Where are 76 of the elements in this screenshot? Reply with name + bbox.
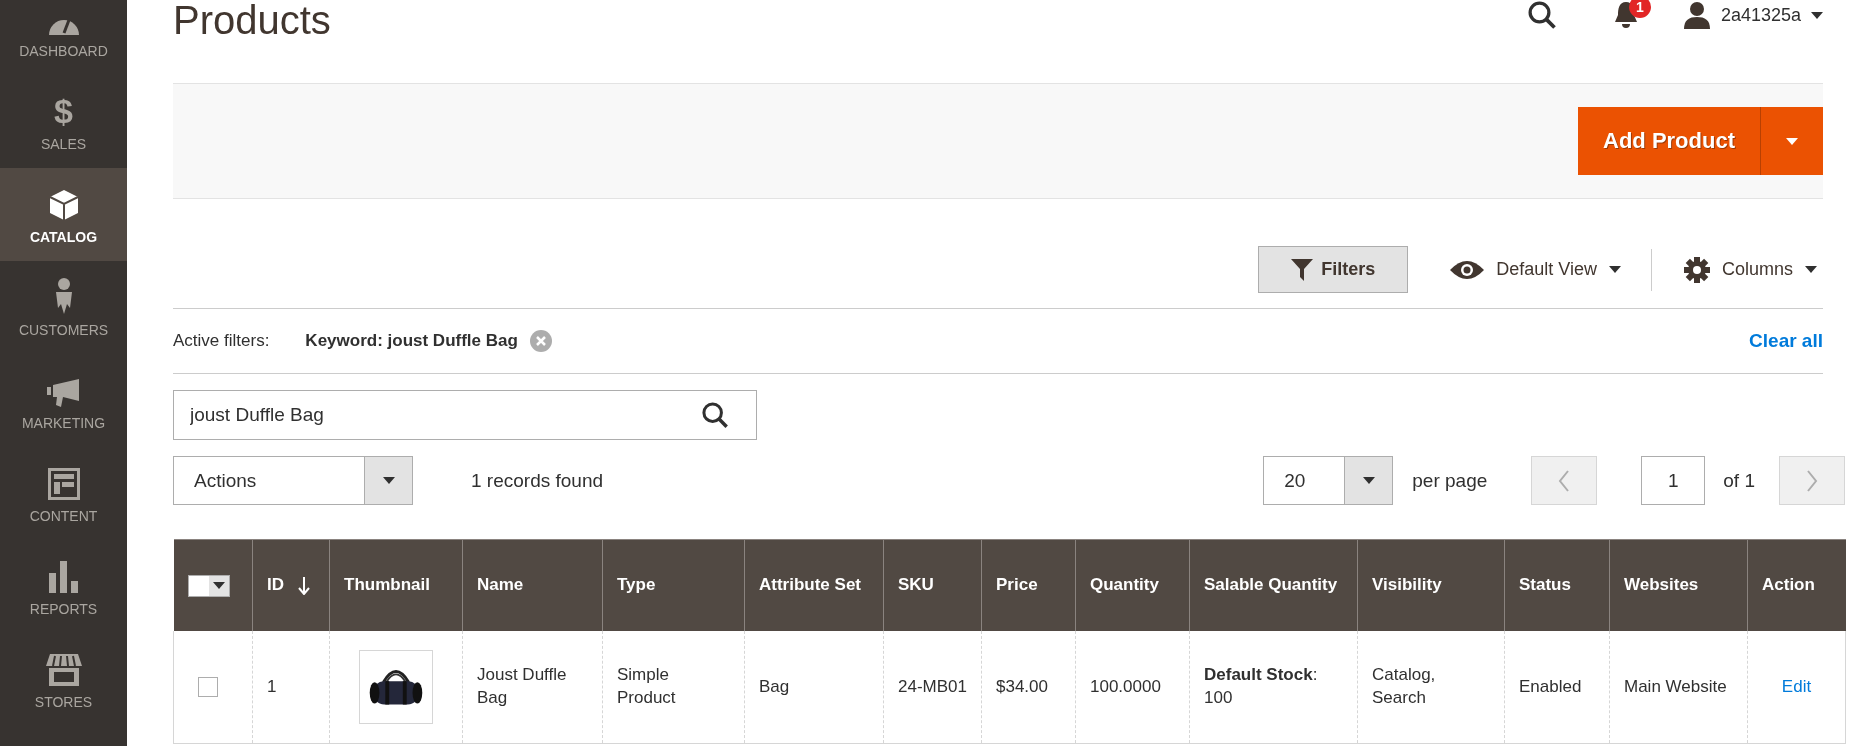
records-count: 1 records found <box>471 469 604 492</box>
page-title: Products <box>173 0 331 40</box>
eye-icon <box>1450 259 1485 280</box>
table-cell: Catalog, Search <box>1372 665 1436 707</box>
column-header[interactable]: SKU <box>883 539 982 631</box>
person-icon <box>53 278 74 314</box>
sidebar-item[interactable]: CUSTOMERS <box>0 261 127 354</box>
columns-dropdown[interactable]: Columns <box>1677 255 1823 284</box>
per-page-label: per page <box>1412 469 1488 492</box>
column-header[interactable]: Action <box>1747 539 1846 631</box>
caret-icon <box>1805 266 1817 273</box>
view-dropdown[interactable]: Default View <box>1444 258 1627 281</box>
filters-button[interactable]: Filters <box>1258 246 1409 293</box>
sidebar-item[interactable]: CONTENT <box>0 447 127 540</box>
filter-label: Keyword: joust Duffle Bag <box>305 331 518 351</box>
column-header[interactable]: Salable Quantity <box>1189 539 1358 631</box>
table-cell: 24-MB01 <box>898 676 967 696</box>
caret-icon <box>1608 266 1621 273</box>
column-header[interactable]: ID <box>252 539 330 631</box>
user-menu[interactable]: 2a41325a <box>1682 1 1823 29</box>
table-cell: 100.0000 <box>1090 676 1161 696</box>
caret-icon <box>382 477 395 484</box>
chevron-left-icon <box>1558 469 1571 492</box>
column-header[interactable]: Attribute Set <box>744 539 884 631</box>
bar-chart-icon <box>48 561 79 593</box>
table-cell: $34.00 <box>996 676 1048 696</box>
table-cell: Main Website <box>1624 676 1727 696</box>
search-icon[interactable] <box>701 401 729 429</box>
search-icon[interactable] <box>1526 0 1557 30</box>
sidebar-item[interactable]: $ SALES <box>0 75 127 168</box>
user-icon <box>1682 1 1711 29</box>
column-header[interactable]: Thumbnail <box>329 539 463 631</box>
sidebar-item[interactable]: MARKETING <box>0 354 127 447</box>
page-input[interactable]: 1 <box>1641 456 1706 505</box>
row-checkbox[interactable] <box>198 677 218 697</box>
megaphone-icon <box>46 379 81 407</box>
select-all-checkbox[interactable] <box>187 574 230 597</box>
actions-dropdown[interactable]: Actions <box>173 456 413 505</box>
table-cell: Bag <box>759 676 790 696</box>
sort-arrow-icon[interactable] <box>298 576 310 595</box>
column-header[interactable]: Name <box>462 539 603 631</box>
column-header[interactable]: Websites <box>1609 539 1748 631</box>
page-size-dropdown[interactable]: 20 <box>1263 456 1394 505</box>
caret-icon <box>212 582 225 589</box>
layout-icon <box>47 468 80 500</box>
table-cell: Simple Product <box>617 665 676 707</box>
sidebar-item[interactable]: DASHBOARD <box>0 0 127 75</box>
table-cell: 1 <box>267 676 277 696</box>
page-count-label: of 1 <box>1723 469 1755 492</box>
column-header[interactable]: Visibility <box>1357 539 1505 631</box>
caret-icon <box>1786 137 1798 145</box>
box-icon <box>48 189 79 221</box>
caret-icon <box>1811 11 1823 19</box>
table-cell: Enabled <box>1519 676 1582 696</box>
chevron-right-icon <box>1806 469 1818 492</box>
bell-icon[interactable] <box>1612 0 1639 30</box>
dollar-icon: $ <box>54 94 73 128</box>
table-cell: Joust Duffle Bag <box>477 665 567 707</box>
column-header[interactable]: Price <box>981 539 1076 631</box>
sidebar-item[interactable]: REPORTS <box>0 540 127 633</box>
sidebar-item[interactable]: CATALOG <box>0 168 127 261</box>
caret-icon <box>1362 477 1375 484</box>
clear-all-link[interactable]: Clear all <box>1749 330 1823 352</box>
edit-link[interactable]: Edit <box>1762 675 1831 699</box>
column-header[interactable]: Status <box>1504 539 1610 631</box>
stock-text: Default Stock: 100 <box>1204 665 1318 707</box>
gear-icon <box>1683 256 1710 283</box>
gauge-icon <box>48 20 79 35</box>
funnel-icon <box>1291 258 1314 281</box>
active-filters-label: Active filters: <box>173 331 270 351</box>
notification-badge: 1 <box>1628 0 1651 18</box>
column-header[interactable]: Type <box>602 539 745 631</box>
sidebar-item[interactable]: STORES <box>0 633 127 726</box>
store-icon <box>45 654 82 686</box>
column-header[interactable]: Quantity <box>1075 539 1190 631</box>
search-field[interactable]: joust Duffle Bag <box>173 390 757 440</box>
